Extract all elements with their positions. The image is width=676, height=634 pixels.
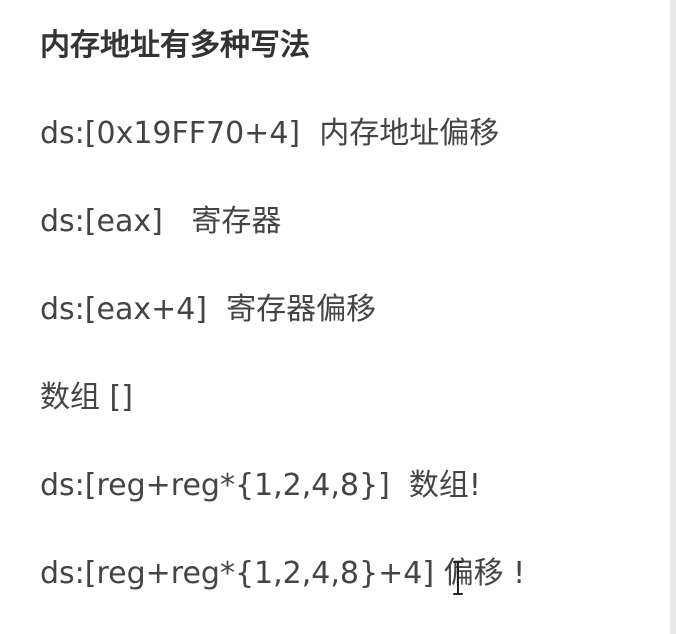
- line-separator: [300, 116, 319, 151]
- line-code: ds:[reg+reg*{1,2,4,8}+4]: [40, 556, 435, 591]
- line-code: 数组 []: [40, 380, 133, 415]
- line-code: ds:[eax+4]: [40, 292, 208, 327]
- line-code: ds:[eax]: [40, 204, 163, 239]
- page-right-edge: [670, 0, 676, 634]
- text-line-register: ds:[eax] 寄存器: [40, 200, 660, 244]
- line-separator: [434, 556, 444, 591]
- text-cursor-icon: [453, 561, 463, 595]
- text-line-memory-offset: ds:[0x19FF70+4] 内存地址偏移: [40, 112, 660, 156]
- line-separator: [207, 292, 226, 327]
- document-body: 内存地址有多种写法 ds:[0x19FF70+4] 内存地址偏移 ds:[eax…: [40, 24, 660, 596]
- text-line-register-offset: ds:[eax+4] 寄存器偏移: [40, 288, 660, 332]
- text-line-array: 数组 []: [40, 376, 660, 420]
- line-note: 寄存器: [191, 204, 282, 239]
- line-separator: [390, 468, 409, 503]
- line-note: 寄存器偏移: [226, 292, 377, 327]
- section-title: 内存地址有多种写法: [40, 28, 310, 63]
- line-code: ds:[reg+reg*{1,2,4,8}]: [40, 468, 390, 503]
- text-line-array-index: ds:[reg+reg*{1,2,4,8}] 数组!: [40, 464, 660, 508]
- line-note: 数组!: [408, 468, 481, 503]
- line-note: 内存地址偏移: [319, 116, 500, 151]
- line-code: ds:[0x19FF70+4]: [40, 116, 301, 151]
- text-line-array-offset: ds:[reg+reg*{1,2,4,8}+4] 偏移 !: [40, 552, 660, 596]
- line-separator: [163, 204, 192, 239]
